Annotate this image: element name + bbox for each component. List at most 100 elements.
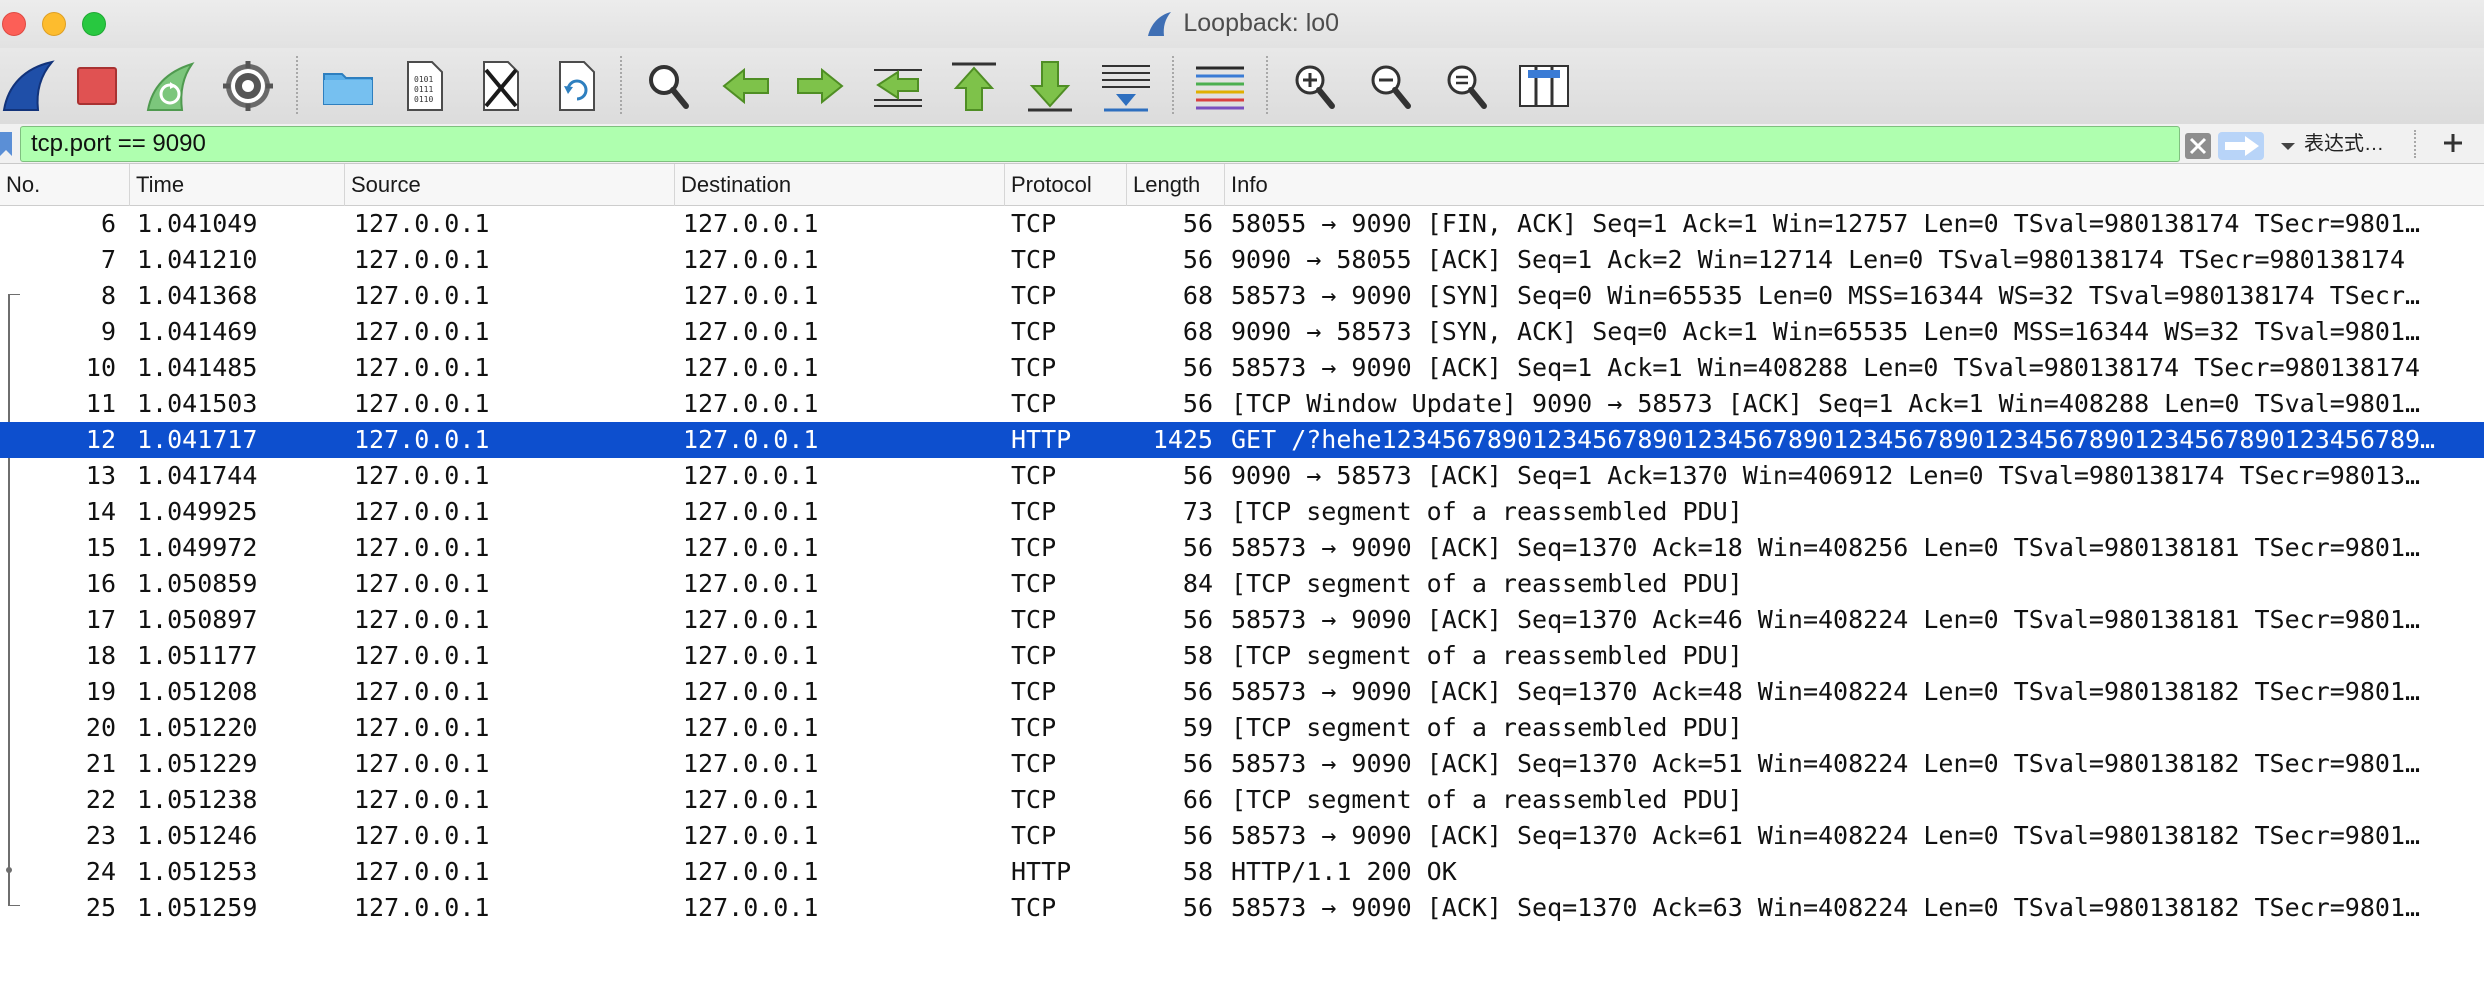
svg-text:0111: 0111 — [414, 85, 433, 94]
packet-row[interactable]: 21 1.051229 127.0.0.1 127.0.0.1 TCP 56 58573 →… — [0, 746, 2484, 782]
column-header-source[interactable]: Source — [345, 164, 675, 206]
packet-row[interactable]: 24 1.051253 127.0.0.1 127.0.0.1 HTTP 58 HTTP/1… — [0, 854, 2484, 890]
packet-row[interactable]: 22 1.051238 127.0.0.1 127.0.0.1 TCP 66 [TCP se… — [0, 782, 2484, 818]
colorize-button[interactable] — [1190, 56, 1250, 116]
packet-row[interactable]: 6 1.041049 127.0.0.1 127.0.0.1 TCP 56 58055 → … — [0, 206, 2484, 242]
reload-file-button[interactable] — [546, 56, 606, 116]
capture-options-button[interactable] — [218, 56, 278, 116]
autoscroll-icon — [1102, 65, 1150, 112]
packet-row[interactable]: 11 1.041503 127.0.0.1 127.0.0.1 TCP 56 [TCP Wi… — [0, 386, 2484, 422]
column-header-length[interactable]: Length — [1127, 164, 1225, 206]
packet-row[interactable]: 18 1.051177 127.0.0.1 127.0.0.1 TCP 58 [TCP se… — [0, 638, 2484, 674]
packet-row[interactable]: 8 1.041368 127.0.0.1 127.0.0.1 TCP 68 58573 → … — [0, 278, 2484, 314]
column-header-destination[interactable]: Destination — [675, 164, 1005, 206]
packet-protocol: TCP — [1011, 641, 1057, 670]
open-file-button[interactable] — [318, 56, 378, 116]
apply-arrow-icon[interactable] — [2217, 131, 2265, 161]
packet-time: 1.051177 — [137, 641, 258, 670]
packet-source: 127.0.0.1 — [354, 533, 490, 562]
column-header-info[interactable]: Info — [1225, 164, 2484, 206]
save-file-button[interactable]: 0101 0111 0110 — [394, 56, 454, 116]
column-header-no[interactable]: No. — [0, 164, 130, 206]
packet-info: 58573 → 9090 [ACK] Seq=1370 Ack=61 Win=4… — [1231, 821, 2421, 850]
clear-x-icon[interactable] — [2183, 131, 2213, 161]
auto-scroll-button[interactable] — [1096, 56, 1156, 116]
start-capture-button[interactable] — [0, 56, 60, 116]
packet-destination: 127.0.0.1 — [683, 821, 819, 850]
zoom-in-button[interactable] — [1286, 56, 1346, 116]
packet-row[interactable]: 13 1.041744 127.0.0.1 127.0.0.1 TCP 56 9090 → … — [0, 458, 2484, 494]
packet-number: 8 — [100, 281, 116, 310]
find-packet-button[interactable] — [640, 56, 700, 116]
resize-columns-icon — [1519, 65, 1569, 107]
packet-protocol: TCP — [1011, 245, 1057, 274]
packet-info: 58573 → 9090 [ACK] Seq=1370 Ack=51 Win=4… — [1231, 749, 2421, 778]
go-back-button[interactable] — [716, 56, 776, 116]
packet-row[interactable]: 17 1.050897 127.0.0.1 127.0.0.1 TCP 56 58573 →… — [0, 602, 2484, 638]
zoom-out-button[interactable] — [1362, 56, 1422, 116]
stop-capture-button[interactable] — [68, 56, 128, 116]
packet-info: 9090 → 58573 [SYN, ACK] Seq=0 Ack=1 Win=… — [1231, 317, 2421, 346]
packet-row[interactable]: 20 1.051220 127.0.0.1 127.0.0.1 TCP 59 [TCP se… — [0, 710, 2484, 746]
normal-size-button[interactable] — [1438, 56, 1498, 116]
packet-number: 10 — [85, 353, 116, 382]
bookmark-icon[interactable] — [0, 128, 16, 160]
reload-file-icon — [559, 61, 595, 111]
main-toolbar: 0101 0111 0110 — [0, 48, 2484, 124]
packet-destination: 127.0.0.1 — [683, 857, 819, 886]
packet-destination: 127.0.0.1 — [683, 353, 819, 382]
packet-row[interactable]: 9 1.041469 127.0.0.1 127.0.0.1 TCP 68 9090 → 5… — [0, 314, 2484, 350]
packet-source: 127.0.0.1 — [354, 317, 490, 346]
expression-button[interactable]: 表达式… — [2296, 129, 2392, 159]
packet-row[interactable]: 15 1.049972 127.0.0.1 127.0.0.1 TCP 56 58573 →… — [0, 530, 2484, 566]
go-to-packet-button[interactable] — [868, 56, 928, 116]
packet-row[interactable]: 25 1.051259 127.0.0.1 127.0.0.1 TCP 56 58573 →… — [0, 890, 2484, 926]
packet-row[interactable]: 7 1.041210 127.0.0.1 127.0.0.1 TCP 56 9090 → 5… — [0, 242, 2484, 278]
packet-time: 1.041210 — [137, 245, 258, 274]
packet-time: 1.051246 — [137, 821, 258, 850]
goto-packet-icon — [874, 69, 922, 107]
packet-source: 127.0.0.1 — [354, 749, 490, 778]
packet-length: 56 — [1182, 605, 1213, 634]
plus-icon[interactable] — [2438, 128, 2468, 158]
packet-source: 127.0.0.1 — [354, 785, 490, 814]
packet-row-selected[interactable]: 12 1.041717 127.0.0.1 127.0.0.1 HTTP 1425 GET … — [0, 422, 2484, 458]
close-file-button[interactable] — [470, 56, 530, 116]
packet-number: 21 — [85, 749, 116, 778]
arrow-right-icon — [797, 67, 844, 105]
packet-info: 58055 → 9090 [FIN, ACK] Seq=1 Ack=1 Win=… — [1231, 209, 2421, 238]
packet-destination: 127.0.0.1 — [683, 569, 819, 598]
packet-number: 20 — [85, 713, 116, 742]
packet-info: [TCP segment of a reassembled PDU] — [1231, 785, 1743, 814]
packet-length: 56 — [1182, 209, 1213, 238]
restart-capture-button[interactable] — [142, 56, 202, 116]
packet-protocol: HTTP — [1011, 425, 1072, 454]
packet-length: 73 — [1182, 497, 1213, 526]
window-title-area: Loopback: lo0 — [0, 9, 2484, 39]
packet-source: 127.0.0.1 — [354, 893, 490, 922]
packet-protocol: TCP — [1011, 209, 1057, 238]
packet-row[interactable]: 19 1.051208 127.0.0.1 127.0.0.1 TCP 56 58573 →… — [0, 674, 2484, 710]
toolbar-separator — [1266, 56, 1268, 114]
column-header-time[interactable]: Time — [130, 164, 345, 206]
column-header-protocol[interactable]: Protocol — [1005, 164, 1127, 206]
go-forward-button[interactable] — [790, 56, 850, 116]
packet-protocol: TCP — [1011, 785, 1057, 814]
go-first-packet-button[interactable] — [944, 56, 1004, 116]
packet-protocol: TCP — [1011, 713, 1057, 742]
packet-row[interactable]: 14 1.049925 127.0.0.1 127.0.0.1 TCP 73 [TCP se… — [0, 494, 2484, 530]
wireshark-fin-icon — [1147, 11, 1171, 36]
packet-row[interactable]: 23 1.051246 127.0.0.1 127.0.0.1 TCP 56 58573 →… — [0, 818, 2484, 854]
display-filter-input[interactable] — [31, 129, 2121, 159]
go-last-packet-button[interactable] — [1020, 56, 1080, 116]
resize-columns-button[interactable] — [1514, 56, 1574, 116]
packet-row[interactable]: 10 1.041485 127.0.0.1 127.0.0.1 TCP 56 58573 →… — [0, 350, 2484, 386]
packet-source: 127.0.0.1 — [354, 641, 490, 670]
close-file-icon — [483, 61, 519, 111]
packet-length: 56 — [1182, 533, 1213, 562]
packet-length: 1425 — [1152, 425, 1213, 454]
packet-protocol: HTTP — [1011, 857, 1072, 886]
packet-row[interactable]: 16 1.050859 127.0.0.1 127.0.0.1 TCP 84 [TCP se… — [0, 566, 2484, 602]
packet-info: 58573 → 9090 [SYN] Seq=0 Win=65535 Len=0… — [1231, 281, 2421, 310]
packet-protocol: TCP — [1011, 569, 1057, 598]
